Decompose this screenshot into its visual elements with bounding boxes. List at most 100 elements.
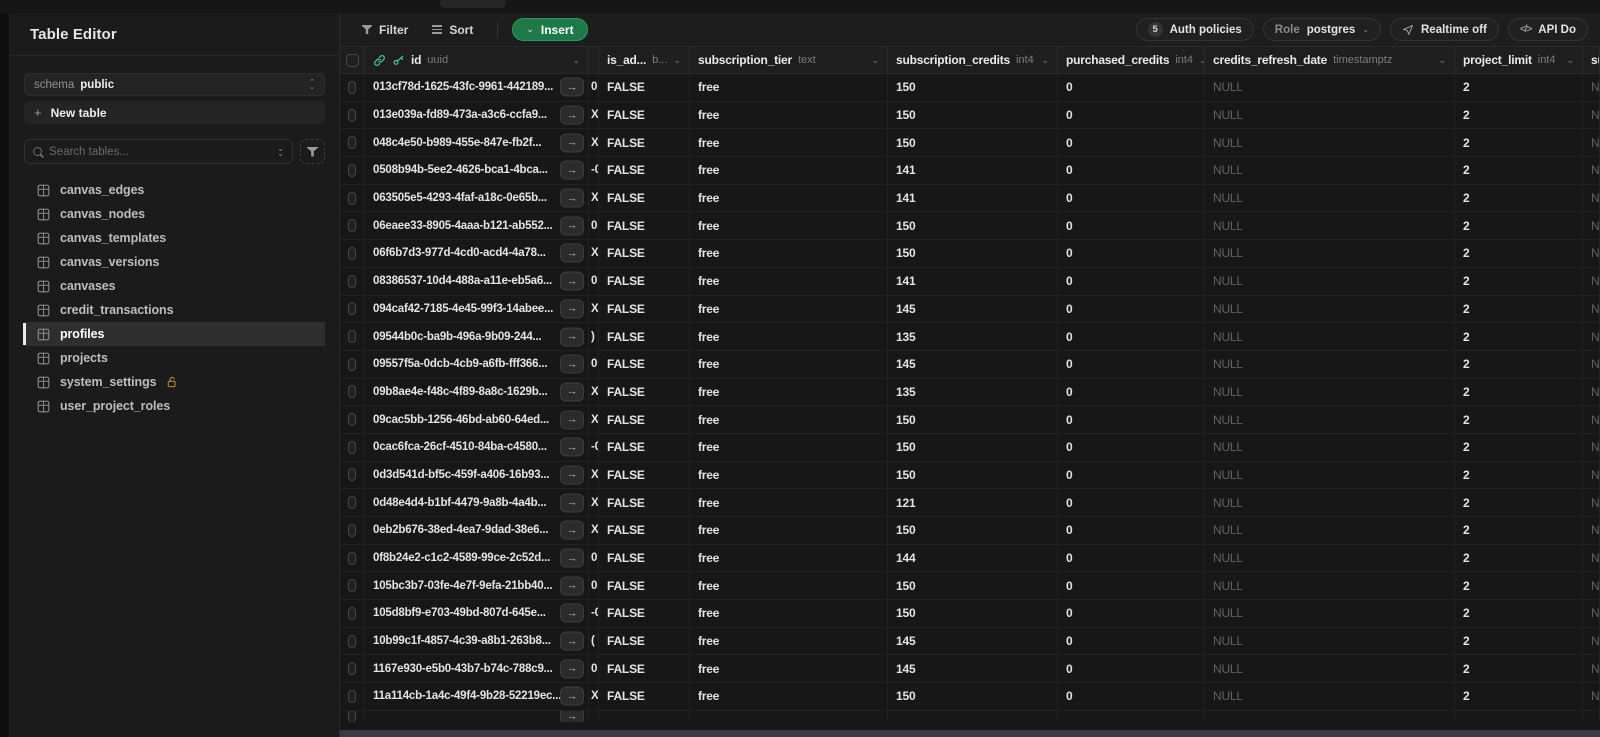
cell-subscription-credits[interactable]: 145 xyxy=(888,655,1058,683)
sidebar-item-projects[interactable]: projects xyxy=(24,346,325,370)
cell-subscription-credits[interactable]: 135 xyxy=(888,323,1058,350)
cell-subscription-tier[interactable]: free xyxy=(690,489,888,516)
cell-id[interactable]: 094caf42-7185-4e45-99f3-14abee... → xyxy=(365,295,589,323)
cell-is-admin[interactable]: FALSE xyxy=(599,627,690,655)
sidebar-item-canvas_nodes[interactable]: canvas_nodes xyxy=(24,202,325,226)
cell-su[interactable]: NULL xyxy=(1583,461,1600,489)
table-row[interactable]: 013e039a-fd89-473a-a3c6-ccfa9... → X FAL… xyxy=(340,101,1600,130)
cell-su[interactable]: NULL xyxy=(1583,184,1600,212)
row-checkbox[interactable] xyxy=(348,551,356,565)
expand-row-button[interactable]: → xyxy=(560,105,584,125)
cell-purchased-credits[interactable]: 0 xyxy=(1058,101,1205,129)
cell-truncated-column[interactable]: ( xyxy=(589,627,599,655)
row-checkbox[interactable] xyxy=(348,108,356,122)
cell-project-limit[interactable]: 2 xyxy=(1455,406,1583,433)
expand-row-button[interactable]: → xyxy=(560,603,584,623)
cell-su[interactable]: NULL xyxy=(1583,157,1600,184)
cell-id[interactable]: 11a114cb-1a4c-49f4-9b28-52219ec... → xyxy=(365,683,589,710)
cell-credits-refresh-date[interactable]: NULL xyxy=(1205,101,1455,129)
expand-row-button[interactable]: → xyxy=(560,327,584,347)
cell-credits-refresh-date[interactable]: NULL xyxy=(1205,489,1455,516)
cell-truncated-column[interactable]: X xyxy=(589,406,599,433)
expand-row-button[interactable]: → xyxy=(560,437,584,457)
cell-subscription-tier[interactable]: free xyxy=(690,627,888,655)
cell-truncated-column[interactable]: 0 xyxy=(589,212,599,240)
row-checkbox[interactable] xyxy=(348,274,356,288)
cell-truncated-column[interactable]: -0 xyxy=(589,600,599,627)
cell-credits-refresh-date[interactable]: NULL xyxy=(1205,517,1455,544)
cell-subscription-tier[interactable]: free xyxy=(690,267,888,295)
cell-subscription-credits[interactable]: 150 xyxy=(888,433,1058,461)
cell-truncated-column[interactable]: 0 xyxy=(589,74,599,101)
cell-is-admin[interactable]: FALSE xyxy=(599,544,690,572)
table-row[interactable]: 09cac5bb-1256-46bd-ab60-64ed... → X FALS… xyxy=(340,406,1600,434)
chevron-down-icon[interactable]: ⌄ xyxy=(673,55,681,66)
cell-id[interactable]: 063505e5-4293-4faf-a18c-0e65b... → xyxy=(365,184,589,212)
row-checkbox[interactable] xyxy=(348,136,356,150)
sidebar-filter-button[interactable] xyxy=(300,139,325,164)
expand-row-button[interactable]: → xyxy=(560,133,584,153)
cell-subscription-tier[interactable]: free xyxy=(690,184,888,212)
cell-credits-refresh-date[interactable]: NULL xyxy=(1205,323,1455,350)
chevron-down-icon[interactable]: ⌄ xyxy=(572,55,580,66)
cell-subscription-tier[interactable]: free xyxy=(690,129,888,157)
cell-subscription-credits[interactable]: 145 xyxy=(888,350,1058,378)
realtime-toggle-button[interactable]: Realtime off xyxy=(1390,18,1499,41)
cell-subscription-tier[interactable]: free xyxy=(690,600,888,627)
cell-id[interactable]: 06f6b7d3-977d-4cd0-acd4-4a78... → xyxy=(365,240,589,267)
row-checkbox[interactable] xyxy=(348,440,356,454)
cell-credits-refresh-date[interactable]: NULL xyxy=(1205,74,1455,101)
cell-credits-refresh-date[interactable]: NULL xyxy=(1205,267,1455,295)
cell-su[interactable]: NULL xyxy=(1583,129,1600,157)
cell-purchased-credits[interactable]: 0 xyxy=(1058,212,1205,240)
cell-subscription-tier[interactable]: free xyxy=(690,101,888,129)
cell-project-limit[interactable]: 2 xyxy=(1455,184,1583,212)
row-checkbox[interactable] xyxy=(348,246,356,260)
cell-su[interactable]: NULL xyxy=(1583,406,1600,433)
cell-is-admin[interactable]: FALSE xyxy=(599,517,690,544)
table-row[interactable]: 0f8b24e2-c1c2-4589-99ce-2c52d... → 0 FAL… xyxy=(340,544,1600,573)
cell-is-admin[interactable]: FALSE xyxy=(599,655,690,683)
new-table-button[interactable]: + New table xyxy=(24,101,325,124)
cell-id[interactable]: 0cac6fca-26cf-4510-84ba-c4580... → xyxy=(365,433,589,461)
table-row[interactable]: 0eb2b676-38ed-4ea7-9dad-38e6... → X FALS… xyxy=(340,517,1600,545)
cell-project-limit[interactable]: 2 xyxy=(1455,489,1583,516)
cell-subscription-tier[interactable]: free xyxy=(690,212,888,240)
cell-id[interactable]: 09b8ae4e-f48c-4f89-8a8c-1629b... → xyxy=(365,378,589,406)
cell-id[interactable]: 0eb2b676-38ed-4ea7-9dad-38e6... → xyxy=(365,517,589,544)
table-row[interactable]: 06eaee33-8905-4aaa-b121-ab552... → 0 FAL… xyxy=(340,212,1600,241)
chevron-down-icon[interactable]: ⌄ xyxy=(1041,55,1049,66)
cell-truncated-column[interactable]: 0 xyxy=(589,350,599,378)
cell-id[interactable]: 048c4e50-b989-455e-847e-fb2f... → xyxy=(365,129,589,157)
expand-row-button[interactable]: → xyxy=(560,410,584,430)
cell-subscription-credits[interactable]: 150 xyxy=(888,406,1058,433)
cell-purchased-credits[interactable]: 0 xyxy=(1058,406,1205,433)
cell-truncated-column[interactable]: 0 xyxy=(589,572,599,600)
cell-id[interactable]: 1167e930-e5b0-43b7-b74c-788c9... → xyxy=(365,655,589,683)
cell-purchased-credits[interactable]: 0 xyxy=(1058,323,1205,350)
cell-subscription-credits[interactable]: 135 xyxy=(888,378,1058,406)
cell-subscription-credits[interactable]: 150 xyxy=(888,600,1058,627)
cell-truncated-column[interactable]: X xyxy=(589,240,599,267)
cell-project-limit[interactable]: 2 xyxy=(1455,655,1583,683)
sidebar-item-canvases[interactable]: canvases xyxy=(24,274,325,298)
chevron-down-icon[interactable]: ⌄ xyxy=(871,55,879,66)
cell-subscription-tier[interactable]: free xyxy=(690,350,888,378)
table-row[interactable]: 063505e5-4293-4faf-a18c-0e65b... → X FAL… xyxy=(340,184,1600,213)
row-checkbox[interactable] xyxy=(348,523,356,537)
cell-subscription-credits[interactable]: 150 xyxy=(888,101,1058,129)
cell-id[interactable]: 105bc3b7-03fe-4e7f-9efa-21bb40... → xyxy=(365,572,589,600)
cell-is-admin[interactable]: FALSE xyxy=(599,600,690,627)
cell-subscription-credits[interactable]: 150 xyxy=(888,572,1058,600)
expand-row-button[interactable]: → xyxy=(560,465,584,485)
sidebar-item-profiles[interactable]: profiles xyxy=(23,322,325,346)
cell-su[interactable]: NULL xyxy=(1583,544,1600,572)
cell-subscription-tier[interactable]: free xyxy=(690,433,888,461)
role-select-button[interactable]: Role postgres ⌄ xyxy=(1262,18,1381,41)
cell-project-limit[interactable]: 2 xyxy=(1455,295,1583,323)
table-row[interactable]: 0cac6fca-26cf-4510-84ba-c4580... → -0 FA… xyxy=(340,433,1600,462)
cell-subscription-credits[interactable]: 150 xyxy=(888,683,1058,710)
cell-subscription-tier[interactable]: free xyxy=(690,572,888,600)
cell-id[interactable]: 105d8bf9-e703-49bd-807d-645e... → xyxy=(365,600,589,627)
cell-is-admin[interactable]: FALSE xyxy=(599,240,690,267)
